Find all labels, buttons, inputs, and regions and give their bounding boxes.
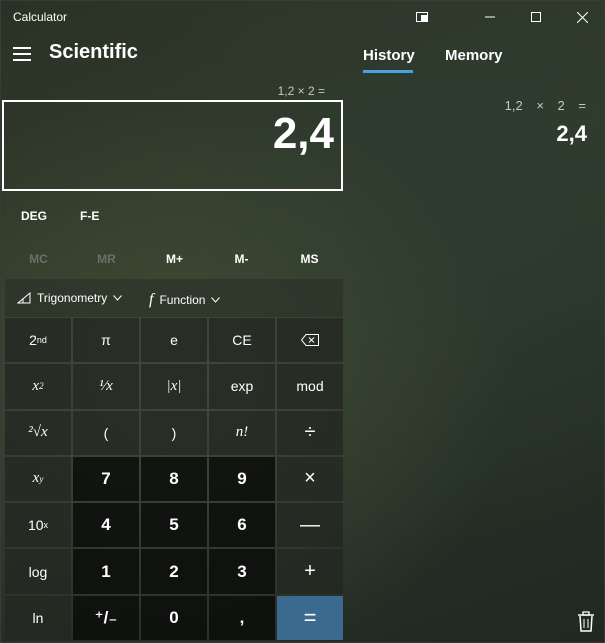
tab-history[interactable]: History [363,47,415,64]
triangle-icon [17,292,31,304]
close-paren-button[interactable]: ) [141,410,207,455]
backspace-icon [301,334,319,347]
chevron-down-icon [211,297,221,303]
digit-1-button[interactable]: 1 [73,549,139,594]
close-button[interactable] [559,1,605,33]
history-item-result[interactable]: 2,4 [556,121,587,147]
close-icon [576,11,588,23]
factorial-button[interactable]: n! [209,410,275,455]
chevron-down-icon [113,295,123,301]
function-dropdown[interactable]: f Function [149,291,221,309]
expression-text: 1,2 × 2 = [277,84,325,98]
minimize-button[interactable] [467,1,513,33]
keep-on-top-button[interactable] [399,1,445,33]
function-icon: f [149,291,154,308]
memory-store-button[interactable]: MS [276,252,343,266]
pi-button[interactable]: π [73,318,139,363]
absolute-value-button[interactable]: |x| [141,364,207,409]
divide-button[interactable]: ÷ [277,410,343,455]
display-value: 2,4 [272,109,334,158]
add-button[interactable]: + [277,549,343,594]
subtract-button[interactable]: — [277,503,343,548]
keypad: 2nd π e CE x2 ¹⁄x |x| exp mod ²√x ( ) n!… [5,318,343,640]
mod-button[interactable]: mod [277,364,343,409]
maximize-icon [531,12,541,22]
reciprocal-button[interactable]: ¹⁄x [73,364,139,409]
second-function-button[interactable]: 2nd [5,318,71,363]
angle-mode-button[interactable]: DEG [21,209,47,223]
decimal-button[interactable]: , [209,595,275,640]
square-button[interactable]: x2 [5,364,71,409]
e-button[interactable]: e [141,318,207,363]
open-paren-button[interactable]: ( [73,410,139,455]
digit-8-button[interactable]: 8 [141,456,207,502]
backspace-button[interactable] [277,318,343,363]
compact-overlay-icon [416,12,428,22]
digit-3-button[interactable]: 3 [209,549,275,594]
function-label: Function [159,293,206,307]
digit-9-button[interactable]: 9 [209,456,275,502]
maximize-button[interactable] [513,1,559,33]
digit-7-button[interactable]: 7 [73,456,139,502]
clear-entry-button[interactable]: CE [209,318,275,363]
digit-5-button[interactable]: 5 [141,503,207,548]
ten-power-button[interactable]: 10 x [5,503,71,548]
equals-button[interactable]: = [277,595,343,640]
log-button[interactable]: log [5,549,71,594]
mode-title: Scientific [49,41,138,63]
hamburger-icon[interactable] [13,47,31,61]
trigonometry-dropdown[interactable]: Trigonometry [17,291,123,305]
history-item-expression[interactable]: 1,2 × 2 = [505,98,586,113]
window-title: Calculator [13,10,68,24]
digit-2-button[interactable]: 2 [141,549,207,594]
memory-clear-button[interactable]: MC [5,252,72,266]
memory-recall-button[interactable]: MR [73,252,140,266]
power-button[interactable]: xy [5,456,71,502]
memory-subtract-button[interactable]: M- [208,252,275,266]
ln-button[interactable]: ln [5,595,71,640]
digit-4-button[interactable]: 4 [73,503,139,548]
digit-6-button[interactable]: 6 [209,503,275,548]
trash-icon[interactable] [576,611,596,633]
trigonometry-label: Trigonometry [37,291,108,305]
memory-add-button[interactable]: M+ [141,252,208,266]
square-root-button[interactable]: ²√x [5,410,71,455]
digit-0-button[interactable]: 0 [141,595,207,640]
fe-button[interactable]: F-E [80,209,99,223]
negate-button[interactable]: ⁺/₋ [73,595,139,640]
tab-memory[interactable]: Memory [445,47,503,64]
multiply-button[interactable]: × [277,456,343,502]
tab-active-indicator [363,70,413,73]
minimize-icon [485,16,495,18]
exp-button[interactable]: exp [209,364,275,409]
